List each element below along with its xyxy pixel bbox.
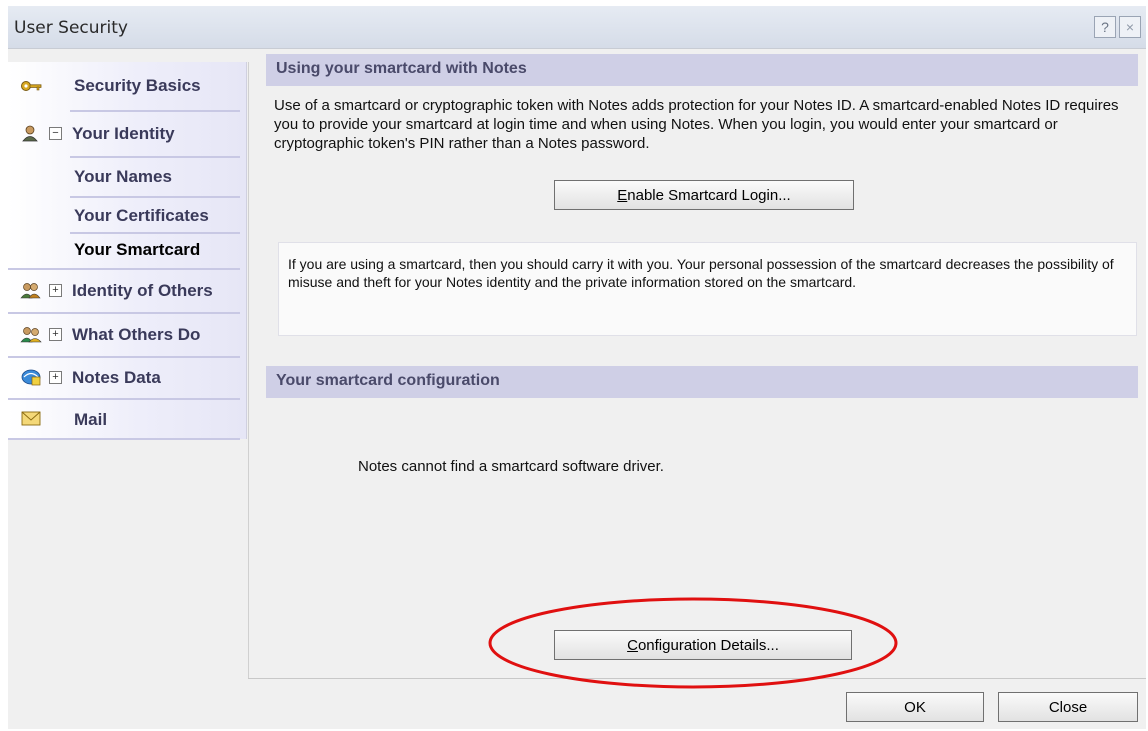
driver-status-message: Notes cannot find a smartcard software d… bbox=[358, 458, 664, 475]
nav-label-security-basics: Security Basics bbox=[74, 76, 201, 95]
enable-smartcard-login-button[interactable]: Enable Smartcard Login... bbox=[554, 180, 854, 210]
nav-label-what-others-do: What Others Do bbox=[72, 325, 201, 344]
close-window-button[interactable]: × bbox=[1119, 16, 1141, 38]
nav-label-notes-data: Notes Data bbox=[72, 368, 161, 387]
identity-person-icon bbox=[22, 125, 38, 142]
smartcard-info-text: If you are using a smartcard, then you s… bbox=[288, 256, 1114, 290]
ok-button[interactable]: OK bbox=[846, 692, 984, 722]
expand-toggle-icon[interactable]: + bbox=[49, 328, 62, 341]
highlight-circle-annotation bbox=[488, 597, 898, 689]
smartcard-info-box: If you are using a smartcard, then you s… bbox=[278, 242, 1137, 336]
nav-item-your-certificates[interactable]: Your Certificates bbox=[8, 198, 240, 232]
content-border bbox=[248, 62, 249, 678]
window-title: User Security bbox=[14, 18, 128, 38]
mail-envelope-icon bbox=[21, 411, 41, 426]
nav-label-your-names: Your Names bbox=[74, 167, 172, 186]
nav-item-your-identity[interactable]: − Your Identity bbox=[8, 114, 240, 154]
nav-item-notes-data[interactable]: + Notes Data bbox=[8, 358, 240, 398]
nav-label-your-smartcard: Your Smartcard bbox=[74, 240, 201, 259]
smartcard-description: Use of a smartcard or cryptographic toke… bbox=[274, 97, 1119, 152]
nav-item-your-smartcard[interactable]: Your Smartcard bbox=[8, 234, 240, 266]
notes-data-icon bbox=[21, 369, 41, 386]
people-group-icon bbox=[20, 327, 42, 343]
security-nav: Security Basics − Your Identity Your Nam… bbox=[8, 62, 247, 440]
button-mnemonic: E bbox=[617, 187, 628, 204]
nav-label-mail: Mail bbox=[74, 410, 108, 429]
nav-label-your-certificates: Your Certificates bbox=[74, 206, 209, 225]
people-icon bbox=[20, 283, 41, 299]
collapse-toggle-icon[interactable]: − bbox=[49, 127, 62, 140]
section-title: Using your smartcard with Notes bbox=[276, 60, 527, 77]
nav-item-mail[interactable]: Mail bbox=[8, 400, 240, 438]
title-bar: User Security ? × bbox=[8, 6, 1146, 49]
nav-item-your-names[interactable]: Your Names bbox=[8, 158, 240, 194]
key-icon bbox=[21, 81, 42, 91]
nav-label-your-identity: Your Identity bbox=[72, 124, 175, 143]
section-header-using-smartcard: Using your smartcard with Notes bbox=[266, 54, 1138, 86]
nav-divider bbox=[8, 438, 240, 440]
help-button[interactable]: ? bbox=[1094, 16, 1116, 38]
close-button[interactable]: Close bbox=[998, 692, 1138, 722]
nav-item-identity-of-others[interactable]: + Identity of Others bbox=[8, 270, 240, 310]
nav-divider bbox=[70, 110, 240, 112]
expand-toggle-icon[interactable]: + bbox=[49, 284, 62, 297]
nav-item-what-others-do[interactable]: + What Others Do bbox=[8, 314, 240, 354]
expand-toggle-icon[interactable]: + bbox=[49, 371, 62, 384]
nav-label-identity-of-others: Identity of Others bbox=[72, 281, 213, 300]
section-title: Your smartcard configuration bbox=[276, 372, 500, 389]
button-label: nable Smartcard Login... bbox=[627, 187, 791, 204]
section-header-smartcard-configuration: Your smartcard configuration bbox=[266, 366, 1138, 398]
nav-item-security-basics[interactable]: Security Basics bbox=[8, 62, 240, 106]
